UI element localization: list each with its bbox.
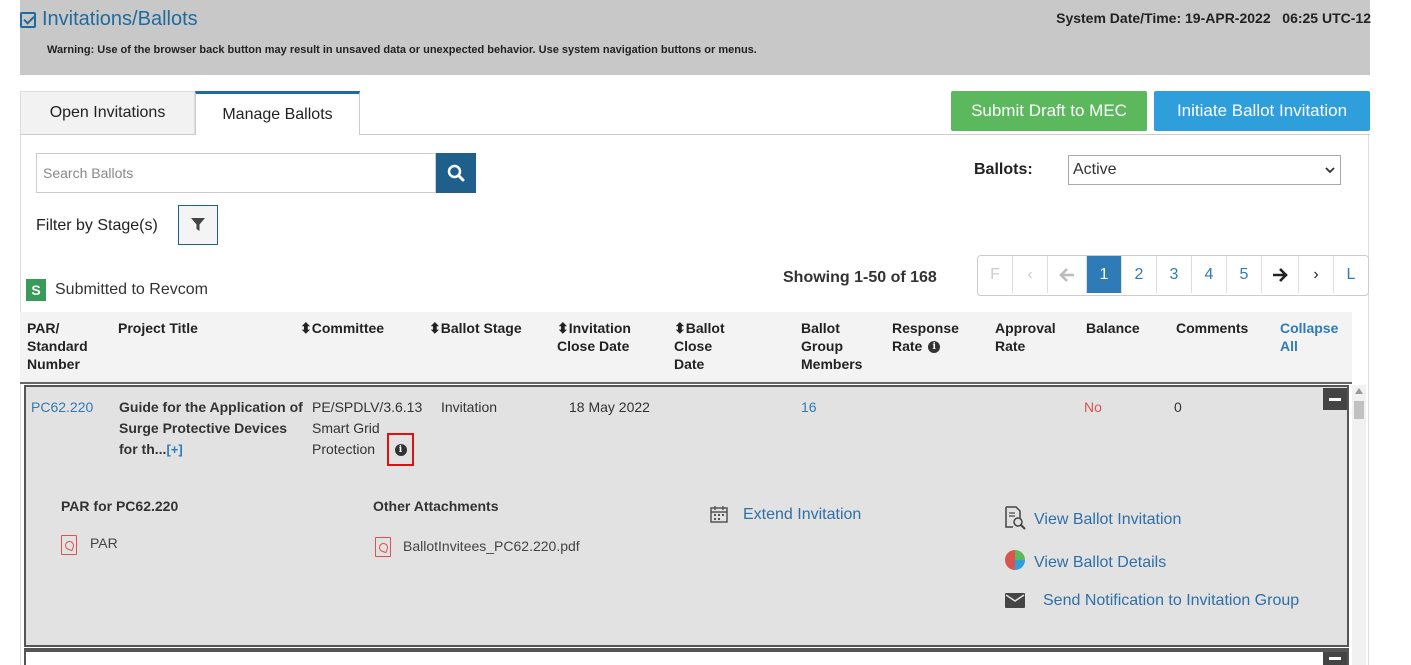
col-group-members: Ballot Group Members xyxy=(801,320,863,372)
par-link[interactable]: PC62.220 xyxy=(31,397,93,418)
project-title: Guide for the Application of Surge Prote… xyxy=(119,397,304,460)
page-5[interactable]: 5 xyxy=(1227,256,1262,293)
page-1[interactable]: 1 xyxy=(1087,256,1122,293)
submit-draft-button[interactable]: Submit Draft to MEC xyxy=(951,91,1147,131)
collapse-row-button[interactable] xyxy=(1323,652,1347,665)
expand-title-link[interactable]: [+] xyxy=(166,442,182,457)
stage-filter-label: Filter by Stage(s) xyxy=(36,217,158,234)
collapse-row-button[interactable] xyxy=(1323,388,1347,410)
tab-manage-ballots[interactable]: Manage Ballots xyxy=(195,91,360,135)
scroll-up-arrow[interactable] xyxy=(1355,388,1363,394)
ballots-select-value: Active xyxy=(1073,161,1117,178)
page-prev-arrow[interactable] xyxy=(1048,256,1087,293)
comments-cell: 0 xyxy=(1174,399,1182,415)
system-datetime: System Date/Time: 19-APR-2022 06:25 UTC-… xyxy=(1056,10,1371,26)
attachments-heading: Other Attachments xyxy=(373,498,499,514)
initiate-invitation-button[interactable]: Initiate Ballot Invitation xyxy=(1154,91,1370,131)
document-search-icon xyxy=(1005,506,1026,530)
par-heading: PAR for PC62.220 xyxy=(61,498,179,514)
par-file-link[interactable]: PAR xyxy=(90,533,118,554)
warning-text: Warning: Use of the browser back button … xyxy=(47,44,757,56)
page-next[interactable]: › xyxy=(1299,256,1334,293)
page-3[interactable]: 3 xyxy=(1157,256,1192,293)
col-comments: Comments xyxy=(1176,320,1249,336)
scrollbar[interactable] xyxy=(1352,385,1366,665)
collapse-all-link[interactable]: Collapse All xyxy=(1280,319,1345,355)
col-invitation-close[interactable]: ⬍Invitation Close Date xyxy=(557,319,652,355)
info-icon[interactable]: i xyxy=(928,341,941,354)
calendar-icon xyxy=(710,506,728,523)
col-committee[interactable]: ⬍Committee xyxy=(300,319,384,337)
arrow-left-icon xyxy=(1059,267,1074,282)
project-title-text: Guide for the Application of Surge Prote… xyxy=(119,399,303,457)
ballots-filter-label: Ballots: xyxy=(974,161,1033,178)
send-notification-link[interactable]: Send Notification to Invitation Group xyxy=(1043,592,1299,610)
col-project-title: Project Title xyxy=(118,320,198,336)
tab-open-invitations[interactable]: Open Invitations xyxy=(20,91,195,134)
col-response-rate: Response Rate i xyxy=(892,319,982,355)
view-ballot-details-link[interactable]: View Ballot Details xyxy=(1034,554,1166,572)
page-title-text: Invitations/Ballots xyxy=(42,8,198,30)
col-ballot-stage[interactable]: ⬍Ballot Stage xyxy=(429,319,522,337)
attachment-file-link[interactable]: BallotInvitees_PC62.220.pdf xyxy=(403,536,580,557)
page-title: Invitations/Ballots xyxy=(20,8,198,31)
ballots-select[interactable]: Active xyxy=(1068,155,1341,185)
showing-count: Showing 1-50 of 168 xyxy=(783,269,937,286)
chevron-down-icon xyxy=(1325,167,1335,174)
arrow-right-icon xyxy=(1273,267,1288,282)
col-ballot-close[interactable]: ⬍Ballot Close Date xyxy=(674,319,744,373)
page-2[interactable]: 2 xyxy=(1122,256,1157,293)
col-balance: Balance xyxy=(1086,320,1140,336)
view-ballot-invitation-link[interactable]: View Ballot Invitation xyxy=(1034,511,1181,529)
checkbox-checked-icon xyxy=(20,11,36,28)
page-4[interactable]: 4 xyxy=(1192,256,1227,293)
group-members-link[interactable]: 16 xyxy=(801,397,817,418)
scrollbar-thumb[interactable] xyxy=(1354,401,1364,419)
extend-invitation-link[interactable]: Extend Invitation xyxy=(743,506,861,524)
filter-icon xyxy=(191,218,205,231)
col-response-rate-label: Response Rate xyxy=(892,320,959,354)
submitted-badge: S xyxy=(26,279,46,301)
committee-info-button[interactable]: i xyxy=(387,433,414,466)
col-par: PAR/ Standard Number xyxy=(27,320,88,372)
pdf-icon xyxy=(61,535,77,555)
pagination: F ‹ 1 2 3 4 5 › L xyxy=(977,255,1369,296)
page-first[interactable]: F xyxy=(978,256,1013,293)
search-icon xyxy=(447,164,465,182)
legend-text: Submitted to Revcom xyxy=(55,281,208,298)
envelope-icon xyxy=(1005,593,1025,608)
search-button[interactable] xyxy=(436,153,476,193)
pdf-icon xyxy=(375,537,391,557)
invitation-close-cell: 18 May 2022 xyxy=(569,399,650,415)
table-row xyxy=(24,648,1349,665)
page-prev[interactable]: ‹ xyxy=(1013,256,1048,293)
page-last[interactable]: L xyxy=(1334,256,1368,293)
balance-cell: No xyxy=(1084,399,1102,415)
col-approval-rate: Approval Rate xyxy=(995,320,1056,354)
info-icon: i xyxy=(394,443,407,456)
ballot-stage-cell: Invitation xyxy=(441,399,498,415)
committee-cell: PE/SPDLV/3.6.13 Smart Grid Protection xyxy=(312,399,423,457)
stage-filter-button[interactable] xyxy=(178,205,218,245)
search-input[interactable] xyxy=(36,153,436,193)
page-next-arrow[interactable] xyxy=(1262,256,1299,293)
pie-chart-icon xyxy=(1005,550,1025,570)
